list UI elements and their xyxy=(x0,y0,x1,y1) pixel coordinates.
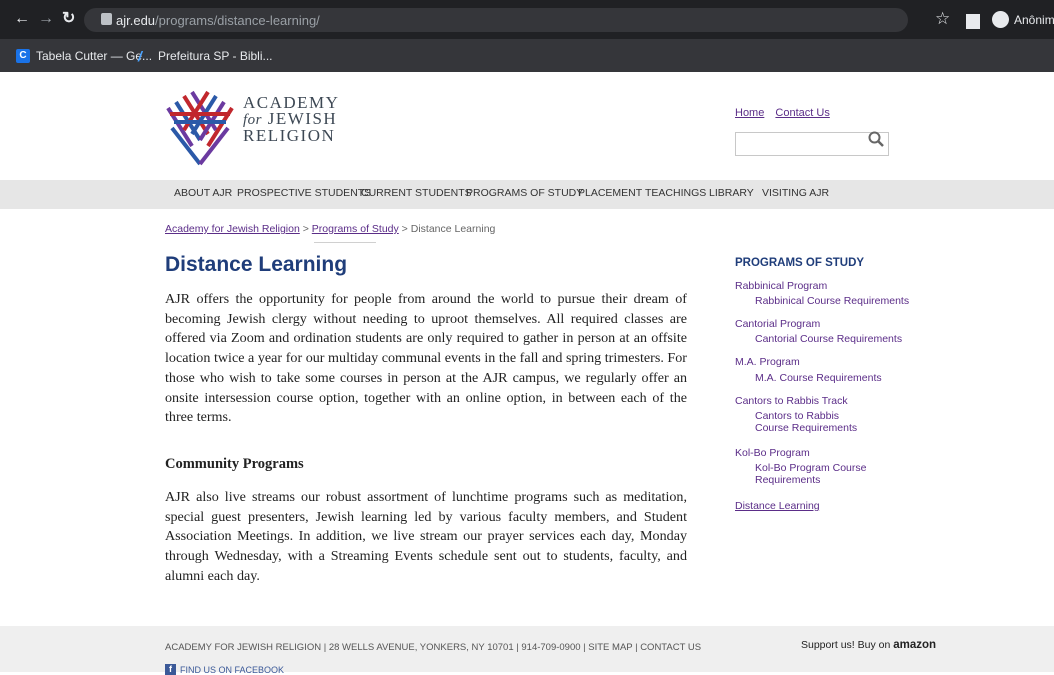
support-text: Support us! Buy on xyxy=(801,639,891,651)
breadcrumb-separator: > xyxy=(302,223,309,235)
breadcrumb-separator: > xyxy=(401,223,408,235)
url-path: /programs/distance-learning/ xyxy=(155,13,320,28)
logo-wordmark[interactable]: ACADEMY for JEWISH RELIGION xyxy=(243,94,339,145)
bookmark-favicon-prefeitura: / xyxy=(138,48,142,64)
sidebar-item-distance-learning[interactable]: Distance Learning xyxy=(735,500,820,512)
sidebar-item-cantorial[interactable]: Cantorial Program xyxy=(735,318,820,330)
nav-about-ajr[interactable]: ABOUT AJR xyxy=(174,187,232,199)
profile-label[interactable]: Anônima xyxy=(1014,13,1054,27)
reload-icon[interactable]: ↻ xyxy=(62,10,75,28)
intro-paragraph: AJR offers the opportunity for people fr… xyxy=(165,291,687,426)
nav-current-students[interactable]: CURRENT STUDENTS xyxy=(361,187,472,199)
url-host: ajr.edu xyxy=(116,13,156,28)
tab-search-icon[interactable] xyxy=(966,14,980,29)
bookmark-favicon-cutter: C xyxy=(16,49,30,63)
community-paragraph: AJR also live streams our robust assortm… xyxy=(165,489,687,584)
facebook-link[interactable]: FIND US ON FACEBOOK xyxy=(180,665,284,675)
bookmark-star-icon[interactable]: ☆ xyxy=(935,9,950,29)
contact-us-link[interactable]: Contact Us xyxy=(775,107,829,119)
sidebar-item-cantors-to-rabbis[interactable]: Cantors to Rabbis Track xyxy=(735,395,848,407)
sidebar-title: PROGRAMS OF STUDY xyxy=(735,257,865,269)
search-icon[interactable] xyxy=(868,131,884,147)
forward-arrow-icon[interactable]: → xyxy=(38,10,54,28)
sidebar-item-rabbinical[interactable]: Rabbinical Program xyxy=(735,280,827,292)
nav-visiting-ajr[interactable]: VISITING AJR xyxy=(762,187,829,199)
breadcrumb-divider xyxy=(314,242,376,243)
amazon-support-link[interactable]: Support us! Buy on amazon xyxy=(801,639,936,651)
utility-links: Home Contact Us xyxy=(735,107,838,119)
nav-library[interactable]: LIBRARY xyxy=(709,187,754,199)
breadcrumb-programs[interactable]: Programs of Study xyxy=(312,223,399,235)
back-arrow-icon[interactable]: ← xyxy=(14,10,30,28)
nav-placement[interactable]: PLACEMENT xyxy=(578,187,642,199)
facebook-icon[interactable]: f xyxy=(165,664,176,675)
bookmark-prefeitura[interactable]: Prefeitura SP - Bibli... xyxy=(158,49,273,63)
nav-prospective-students[interactable]: PROSPECTIVE STUDENTS xyxy=(237,187,371,199)
logo-line-religion: RELIGION xyxy=(243,126,336,145)
community-programs-heading: Community Programs xyxy=(165,456,304,472)
incognito-icon[interactable] xyxy=(992,11,1009,28)
home-link[interactable]: Home xyxy=(735,107,764,119)
page-title: Distance Learning xyxy=(165,253,348,276)
nav-programs-of-study[interactable]: PROGRAMS OF STUDY xyxy=(466,187,583,199)
breadcrumb-current: Distance Learning xyxy=(410,223,496,235)
search-input[interactable] xyxy=(735,132,889,156)
nav-teachings[interactable]: TEACHINGS xyxy=(645,187,706,199)
footer-contact-line[interactable]: ACADEMY FOR JEWISH RELIGION | 28 WELLS A… xyxy=(165,642,701,653)
ajr-logo[interactable] xyxy=(164,88,236,166)
amazon-logo: amazon xyxy=(893,639,937,651)
sidebar-item-kol-bo[interactable]: Kol-Bo Program xyxy=(735,447,810,459)
breadcrumb: Academy for Jewish Religion > Programs o… xyxy=(165,223,495,235)
sidebar-item-ma[interactable]: M.A. Program xyxy=(735,356,800,368)
sidebar-subitem-rabbinical-req[interactable]: Rabbinical Course Requirements xyxy=(755,295,909,307)
bookmark-cutter[interactable]: Tabela Cutter — Ge... xyxy=(36,49,152,63)
sidebar-subitem-cantorial-req[interactable]: Cantorial Course Requirements xyxy=(755,333,902,345)
sidebar-subitem-ma-req[interactable]: M.A. Course Requirements xyxy=(755,372,882,384)
lock-icon[interactable] xyxy=(101,13,112,25)
url-text[interactable]: ajr.edu/programs/distance-learning/ xyxy=(116,13,320,28)
sidebar-subitem-kol-bo-req[interactable]: Kol-Bo Program Course Requirements xyxy=(755,462,873,486)
breadcrumb-home[interactable]: Academy for Jewish Religion xyxy=(165,223,300,235)
sidebar-subitem-cantors-to-rabbis-req[interactable]: Cantors to Rabbis Course Requirements xyxy=(755,410,873,434)
